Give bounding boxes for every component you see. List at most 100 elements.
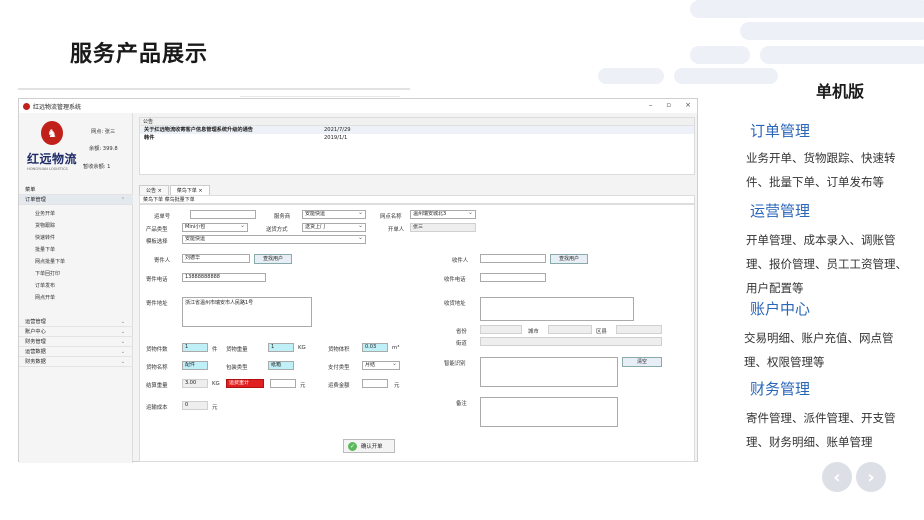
sub-tab-bar[interactable]: 菜鸟下单 菜鸟批量下单	[139, 195, 695, 204]
order-form: 运单号 服务商 安能快运 网点名称 温州瑞安城北3 产品类型 Mini小包 送货…	[139, 204, 695, 462]
sidebar-group-fin-data[interactable]: 财务数据 ⌄	[19, 357, 133, 367]
smart-recognition-label: 智能识别	[444, 361, 466, 367]
app-logo-icon	[23, 102, 30, 110]
remark-input[interactable]	[480, 397, 618, 427]
payment-select[interactable]: 月结	[362, 361, 400, 370]
notice-row[interactable]: 关于红远物流收寄客户信息管理系统升级的通告 2021/7/29	[140, 126, 694, 134]
sidebar-group-operations[interactable]: 运营管理 ⌄	[19, 317, 133, 327]
desc-line: 理、权限管理等	[744, 355, 825, 369]
user-label: 网点: 张三	[91, 129, 116, 135]
packing-label: 包装类型	[226, 365, 248, 371]
sidebar-item[interactable]: 批量下单	[35, 246, 55, 253]
waybill-input[interactable]	[190, 210, 256, 219]
confirm-label: 确认开单	[361, 444, 383, 450]
slide-nav: ‹ ›	[822, 462, 886, 492]
cost-unit: 元	[212, 405, 218, 411]
desc-line: 开单管理、成本录入、调账管	[746, 233, 896, 247]
sidebar-item[interactable]: 下单回打印	[35, 270, 60, 277]
sender-label: 寄件人	[154, 258, 171, 264]
freight-amount-input[interactable]	[362, 379, 388, 388]
count-input[interactable]: 1	[182, 343, 208, 352]
smart-recognition-input[interactable]	[480, 357, 618, 387]
sidebar-group-label: 财务管理	[25, 339, 46, 345]
goods-name-input[interactable]: 配件	[182, 361, 208, 370]
sidebar-group-orders[interactable]: 订单管理 ⌃	[19, 195, 133, 205]
arrow-right-icon[interactable]: ›	[856, 462, 886, 492]
desc-line: 理、财务明细、账单管理	[746, 435, 873, 449]
sidebar-group-account[interactable]: 账户中心 ⌄	[19, 327, 133, 337]
chevron-down-icon: ⌃	[120, 197, 125, 203]
packing-input[interactable]: 纸箱	[268, 361, 294, 370]
find-receiver-button[interactable]: 查找用户	[550, 254, 588, 264]
weight-unit: KG	[298, 345, 306, 351]
sidebar-group-label: 运营管理	[25, 319, 46, 325]
sender-address-input[interactable]: 浙江省温州市瑞安市人民路1号	[182, 297, 312, 327]
sidebar-group-ops-data[interactable]: 运营数据 ⌄	[19, 347, 133, 357]
notice-date: 2021/7/29	[324, 127, 351, 133]
district-field	[616, 325, 662, 334]
sidebar-item[interactable]: 业务开单	[35, 210, 55, 217]
template-label: 模板选择	[146, 239, 168, 245]
freight-input[interactable]	[270, 379, 296, 388]
freight-amount-label: 运费金额	[328, 383, 350, 389]
tab-notice[interactable]: 公告 ×	[139, 185, 169, 195]
receiver-phone-label: 收件电话	[444, 277, 466, 283]
find-sender-button[interactable]: 查找用户	[254, 254, 292, 264]
desc-line: 理、报价管理、员工工资管理、	[746, 257, 907, 271]
check-icon: ✓	[348, 441, 357, 451]
sender-phone-input[interactable]: 13888888888	[182, 273, 266, 282]
receiver-label: 收件人	[452, 258, 469, 264]
decor-bubble	[690, 46, 750, 64]
receiver-address-label: 收货地址	[444, 301, 466, 307]
cost-field: 0	[182, 401, 208, 410]
tab-cainiao-order[interactable]: 菜鸟下单 ×	[169, 185, 210, 195]
sidebar-group-finance[interactable]: 财务管理 ⌄	[19, 337, 133, 347]
sidebar-item[interactable]: 网点批量下单	[35, 258, 65, 265]
logo-subtext: HONGYUAN LOGISTICS	[27, 167, 68, 171]
sidebar: ♞ 红远物流 HONGYUAN LOGISTICS 网点: 张三 余额: 399…	[19, 113, 133, 463]
close-icon[interactable]: ×	[685, 101, 691, 109]
section-desc-account: 交易明细、账户充值、网点管 理、权限管理等	[744, 326, 894, 374]
arrow-left-icon[interactable]: ‹	[822, 462, 852, 492]
minimize-icon[interactable]: –	[649, 101, 653, 109]
desc-line: 交易明细、账户充值、网点管	[744, 331, 894, 345]
freight-amount-unit: 元	[394, 383, 400, 389]
freight-label-red: 运费重计	[226, 379, 264, 388]
maximize-icon[interactable]: ▫	[666, 101, 671, 109]
volume-unit: m³	[392, 345, 400, 351]
deposit-label: 暂收余额: 1	[83, 164, 111, 170]
slide: 服务产品展示 单机版 订单管理 业务开单、货物跟踪、快速转 件、批量下单、订单发…	[0, 0, 924, 520]
delivery-select[interactable]: 送货上门	[302, 223, 366, 232]
notice-header: 公告	[140, 118, 694, 126]
street-field	[480, 337, 662, 346]
clear-button[interactable]: 清空	[622, 357, 662, 367]
sender-input[interactable]: 刘德华	[182, 254, 250, 263]
sidebar-item[interactable]: 快速转件	[35, 234, 55, 241]
sidebar-item[interactable]: 订单发布	[35, 282, 55, 289]
sidebar-group-label: 运营数据	[25, 349, 46, 355]
section-title-account: 账户中心	[750, 300, 811, 318]
branch-select[interactable]: 温州瑞安城北3	[410, 210, 476, 219]
confirm-order-button[interactable]: ✓ 确认开单	[343, 439, 395, 453]
service-label: 服务商	[274, 214, 291, 220]
volume-input[interactable]: 0.03	[362, 343, 388, 352]
product-select[interactable]: Mini小包	[182, 223, 248, 232]
desc-line: 业务开单、货物跟踪、快速转	[746, 151, 896, 165]
sidebar-item[interactable]: 网点开单	[35, 294, 55, 301]
receiver-input[interactable]	[480, 254, 546, 263]
weight-input[interactable]: 1	[268, 343, 294, 352]
sidebar-item[interactable]: 货物跟踪	[35, 222, 55, 229]
notice-title: 韩件	[144, 135, 155, 141]
receiver-address-input[interactable]	[480, 297, 634, 321]
province-label: 省份	[456, 329, 467, 335]
app-window: 红远物流管理系统 – ▫ × ♞ 红远物流 HONGYUAN LOGISTICS…	[18, 98, 698, 463]
notice-date: 2019/1/1	[324, 135, 348, 141]
template-select[interactable]: 安能快运	[182, 235, 366, 244]
notice-row[interactable]: 韩件 2019/1/1	[140, 134, 694, 142]
service-select[interactable]: 安能快运	[302, 210, 366, 219]
receiver-phone-input[interactable]	[480, 273, 546, 282]
main-content: 公告 关于红远物流收寄客户信息管理系统升级的通告 2021/7/29 韩件 20…	[137, 113, 697, 463]
section-desc-orders: 业务开单、货物跟踪、快速转 件、批量下单、订单发布等	[746, 146, 896, 194]
city-field	[548, 325, 592, 334]
divider	[18, 88, 410, 90]
